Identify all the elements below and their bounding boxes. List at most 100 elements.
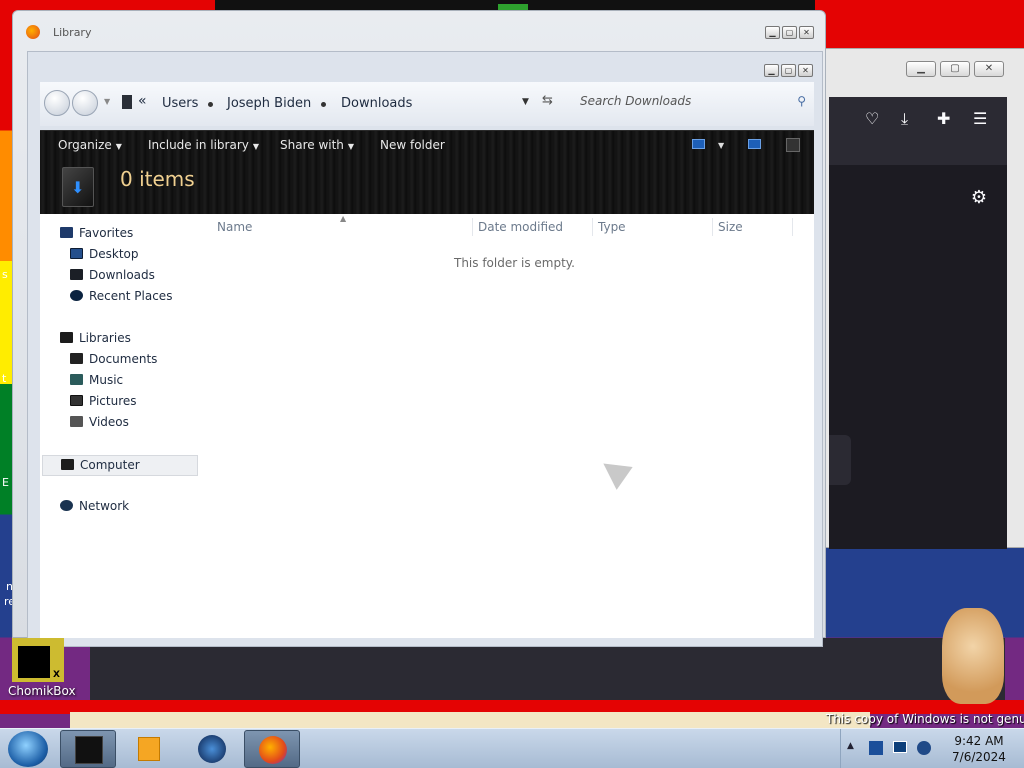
column-date-modified[interactable]: Date modified [478,220,563,234]
refresh-icon[interactable]: ⇆ [542,93,553,108]
desktop-icon [70,248,83,259]
chevron-down-icon: ▼ [252,142,260,151]
nav-favorites[interactable]: Favorites [60,226,133,240]
breadcrumb-downloads[interactable]: Downloads [341,96,412,111]
firefox-icon [26,25,40,39]
library-window[interactable]: Library ▁ ▢ ✕ ▁ ▢ ✕ ▼ « Users Joseph Bid… [12,10,826,647]
nav-libraries[interactable]: Libraries [60,331,131,345]
nav-desktop[interactable]: Desktop [70,247,139,261]
nav-label: Downloads [89,268,155,282]
nav-label: Favorites [79,226,134,240]
sort-arrow-icon: ▲ [340,214,347,223]
nav-label: Documents [89,352,158,366]
share-label: Share with [280,138,344,152]
taskbar-media-player[interactable] [122,730,178,768]
back-button[interactable] [44,90,70,116]
close-button[interactable]: ✕ [974,61,1004,77]
search-icon[interactable]: ⚲ [797,94,806,108]
include-label: Include in library [148,138,249,152]
breadcrumb-separator[interactable] [208,102,213,107]
nav-recent-places[interactable]: Recent Places [70,289,172,303]
computer-icon [61,459,74,470]
background-browser-window[interactable]: ▁ ▢ ✕ ♡ ⤓ ✚ ☰ ⚙ [800,48,1024,549]
chevron-up-icon[interactable]: ▲ [847,741,854,751]
breadcrumb-users[interactable]: Users [162,96,198,111]
pocket-icon[interactable]: ♡ [865,109,879,128]
address-bar: ▼ « Users Joseph Biden Downloads ▼ ⇆ Sea… [40,82,814,126]
music-icon [70,374,83,385]
minimize-button[interactable]: ▁ [764,64,779,77]
taskbar-explorer[interactable] [60,730,116,768]
browser-panel-edge [829,435,851,485]
breadcrumb-overflow[interactable]: « [138,93,147,109]
desktop-wallpaper-shape [70,712,870,728]
forward-button[interactable] [72,90,98,116]
column-size[interactable]: Size [718,220,743,234]
share-with-button[interactable]: Share with ▼ [280,138,354,152]
minimize-button[interactable]: ▁ [906,61,936,77]
chevron-down-icon: ▼ [347,142,355,151]
documents-icon [70,353,83,364]
column-type[interactable]: Type [598,220,626,234]
taskbar-firefox[interactable] [244,730,300,768]
column-divider[interactable] [472,218,473,236]
navigation-pane: Favorites Desktop Downloads Recent Place… [40,214,210,638]
download-arrow-icon: ⬇ [71,178,85,197]
edge-text-fragment: E [2,476,9,489]
include-in-library-button[interactable]: Include in library ▼ [148,138,259,152]
start-button[interactable] [8,731,48,767]
nav-music[interactable]: Music [70,373,123,387]
extensions-icon[interactable]: ✚ [937,109,950,128]
column-divider[interactable] [792,218,793,236]
chevron-down-icon: ▼ [115,142,122,151]
nav-label: Pictures [89,394,137,408]
search-input[interactable]: Search Downloads ⚲ [580,94,810,114]
tray-app-icon[interactable] [869,741,883,755]
nav-videos[interactable]: Videos [70,415,129,429]
menu-icon[interactable]: ☰ [973,109,987,128]
nav-network[interactable]: Network [60,499,129,513]
chevron-down-icon[interactable]: ▼ [104,97,110,106]
browser-window-lower [90,638,1005,700]
maximize-button[interactable]: ▢ [781,64,796,77]
nav-pictures[interactable]: Pictures [70,394,137,408]
chomikbox-desktop-icon[interactable]: X [12,638,64,682]
chevron-down-icon[interactable]: ▼ [718,141,724,150]
breadcrumb-separator[interactable] [321,102,326,107]
search-placeholder: Search Downloads [580,94,692,108]
nav-downloads[interactable]: Downloads [70,268,155,282]
column-divider[interactable] [592,218,593,236]
gear-icon[interactable]: ⚙ [971,187,987,208]
address-dropdown-icon[interactable]: ▼ [522,97,529,107]
view-icon[interactable] [692,139,705,149]
explorer-window[interactable]: ▁ ▢ ✕ ▼ « Users Joseph Biden Downloads ▼… [27,51,823,647]
nav-documents[interactable]: Documents [70,352,157,366]
new-folder-button[interactable]: New folder [380,138,445,152]
breadcrumb-joseph-biden[interactable]: Joseph Biden [227,96,311,111]
column-name[interactable]: Name [217,220,252,234]
taskbar-globe[interactable] [184,730,240,768]
network-tray-icon[interactable] [893,741,907,753]
nav-computer[interactable]: Computer [42,455,198,476]
organize-button[interactable]: Organize ▼ [58,138,122,152]
downloads-folder-icon: ⬇ [62,167,94,207]
clock[interactable]: 9:42 AM 7/6/2024 [944,733,1014,765]
explorer-icon [75,736,103,764]
command-bar: Organize ▼ Include in library ▼ Share with… [40,130,814,214]
maximize-button[interactable]: ▢ [940,61,970,77]
volume-icon[interactable] [917,741,931,755]
column-header-row: ▲ Name Date modified Type Size [210,214,810,236]
empty-folder-message: This folder is empty. [454,256,575,270]
nav-label: Music [89,373,124,387]
preview-pane-icon[interactable] [748,139,761,149]
system-tray: ▲ [840,729,944,768]
close-button[interactable]: ✕ [798,64,813,77]
close-button[interactable]: ✕ [799,26,814,39]
desktop-icon-label[interactable]: ChomikBox [8,684,76,698]
maximize-button[interactable]: ▢ [782,26,797,39]
help-icon[interactable] [786,138,800,152]
minimize-button[interactable]: ▁ [765,26,780,39]
edge-text-fragment: s [2,268,8,281]
column-divider[interactable] [712,218,713,236]
download-icon[interactable]: ⤓ [901,109,908,129]
